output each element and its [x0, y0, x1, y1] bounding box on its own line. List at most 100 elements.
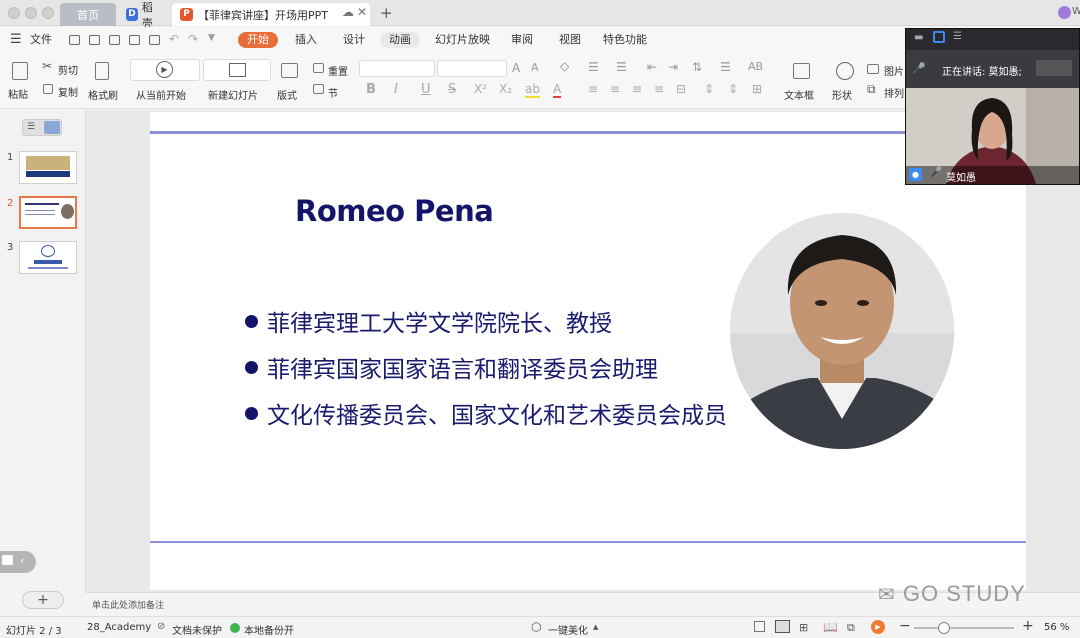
theme-name[interactable]: 28_Academy: [87, 622, 151, 633]
format-painter-icon[interactable]: [95, 62, 109, 80]
beautify-button[interactable]: 一键美化: [548, 622, 588, 637]
play-button-box[interactable]: ▶: [130, 59, 200, 81]
reading-view-icon[interactable]: 📖: [823, 620, 838, 634]
distribute-icon[interactable]: ⊟: [676, 82, 686, 96]
decrease-font-icon[interactable]: A: [531, 61, 539, 74]
backup-status[interactable]: 本地备份开: [244, 622, 294, 637]
hamburger-menu-icon[interactable]: ☰: [10, 32, 22, 48]
cut-icon[interactable]: ✂: [42, 59, 52, 73]
add-slide-button[interactable]: +: [22, 591, 64, 609]
font-family-select[interactable]: [359, 60, 435, 77]
copy-icon[interactable]: [43, 84, 53, 94]
increase-font-icon[interactable]: A: [512, 61, 520, 75]
window-close-button[interactable]: [8, 7, 20, 19]
panel-view-toggle[interactable]: ☰: [22, 119, 62, 136]
window-mode-icon[interactable]: [933, 31, 945, 43]
minimize-icon[interactable]: ▬: [914, 32, 923, 43]
menu-file[interactable]: 文件: [30, 32, 52, 48]
save-icon[interactable]: [89, 35, 100, 45]
format-painter-button[interactable]: 格式刷: [88, 87, 118, 102]
align-left-icon[interactable]: ≡: [588, 82, 598, 96]
picture-button[interactable]: 图片: [884, 63, 904, 78]
slide-bullet-2[interactable]: 菲律宾国家国家语言和翻译委员会助理: [245, 350, 658, 384]
zoom-level[interactable]: 56 %: [1044, 622, 1069, 633]
justify-icon[interactable]: ≡: [654, 82, 664, 96]
zoom-slider-handle[interactable]: [938, 622, 950, 634]
window-minimize-button[interactable]: [25, 7, 37, 19]
bold-icon[interactable]: B: [366, 82, 376, 97]
smart-art-icon[interactable]: ⊞: [752, 82, 762, 96]
notes-view-icon[interactable]: [754, 621, 765, 632]
outline-view-icon[interactable]: ☰: [27, 122, 35, 132]
user-avatar[interactable]: [1058, 6, 1071, 19]
text-direction-icon[interactable]: ⇅: [692, 60, 702, 74]
menu-review[interactable]: 审阅: [511, 32, 533, 48]
quick-access-dropdown-icon[interactable]: ▼: [208, 33, 215, 43]
presenter-view-icon[interactable]: ⧉: [847, 621, 855, 635]
redo-icon[interactable]: ↷: [188, 32, 198, 46]
speaker-portrait[interactable]: [730, 213, 954, 449]
increase-indent-icon[interactable]: ⇥: [668, 60, 678, 74]
zoom-out-icon[interactable]: −: [899, 618, 911, 634]
align-center-icon[interactable]: ≡: [610, 82, 620, 96]
paste-button[interactable]: 粘贴: [8, 86, 28, 101]
section-button[interactable]: 节: [328, 85, 338, 100]
zoom-in-icon[interactable]: +: [1022, 618, 1034, 634]
font-size-select[interactable]: [437, 60, 507, 77]
cloud-icon[interactable]: ☁: [342, 5, 354, 19]
undo-icon[interactable]: ↶: [169, 32, 179, 46]
zoom-slider[interactable]: [914, 622, 1014, 634]
section-icon[interactable]: [313, 84, 324, 94]
slide-bullet-1[interactable]: 菲律宾理工大学文学院院长、教授: [245, 304, 612, 338]
textbox-button[interactable]: 文本框: [784, 87, 814, 102]
menu-view[interactable]: 视图: [559, 32, 581, 48]
reset-button[interactable]: 重置: [328, 63, 348, 78]
clear-format-icon[interactable]: ◇: [560, 59, 569, 73]
font-color-icon[interactable]: A: [553, 82, 562, 98]
thumbnail-view-icon[interactable]: [44, 121, 60, 134]
print-preview-icon[interactable]: [149, 35, 160, 45]
participant-video[interactable]: ● 🎤 莫如愚: [906, 88, 1079, 184]
textbox-icon[interactable]: [793, 63, 810, 79]
layout-icon[interactable]: ☰: [953, 31, 962, 42]
chevron-up-icon[interactable]: ▲: [593, 623, 598, 631]
columns-icon[interactable]: ⇕: [728, 82, 738, 96]
arrange-button[interactable]: 排列: [884, 85, 904, 100]
copy-button[interactable]: 复制: [58, 84, 78, 99]
shape-icon[interactable]: [836, 62, 854, 80]
shape-button[interactable]: 形状: [832, 87, 852, 102]
underline-icon[interactable]: U: [421, 82, 431, 97]
text-tools-icon[interactable]: AB: [748, 60, 763, 73]
picture-icon[interactable]: [867, 64, 879, 74]
superscript-icon[interactable]: X²: [474, 82, 487, 96]
subscript-icon[interactable]: X₂: [499, 82, 512, 96]
slide-bullet-3[interactable]: 文化传播委员会、国家文化和艺术委员会成员: [245, 396, 727, 430]
menu-special-features[interactable]: 特色功能: [603, 32, 647, 48]
window-zoom-button[interactable]: [42, 7, 54, 19]
comment-toggle[interactable]: ‹: [0, 551, 36, 573]
new-slide-button[interactable]: 新建幻灯片: [208, 87, 258, 102]
line-spacing-icon[interactable]: ☰: [720, 60, 731, 74]
menu-design[interactable]: 设计: [343, 32, 365, 48]
play-from-current-button[interactable]: 从当前开始: [136, 87, 186, 102]
bullet-list-icon[interactable]: ☰: [588, 60, 599, 74]
paste-icon[interactable]: [12, 62, 28, 80]
tab-document[interactable]: P 【菲律宾讲座】开场用PPT: [172, 3, 370, 26]
reset-icon[interactable]: [313, 63, 324, 73]
italic-icon[interactable]: I: [394, 82, 398, 97]
strikethrough-icon[interactable]: S: [448, 82, 456, 97]
normal-view-icon[interactable]: [775, 620, 790, 633]
slide-title[interactable]: Romeo Pena: [295, 194, 494, 228]
arrange-icon[interactable]: ⧉: [867, 82, 876, 97]
highlight-icon[interactable]: ab: [525, 82, 540, 98]
slide[interactable]: Romeo Pena 菲律宾理工大学文学院院长、教授 菲律宾国家国家语言和翻译委…: [150, 112, 1026, 590]
menu-home[interactable]: 开始: [238, 32, 278, 48]
slide-thumbnail-2[interactable]: [19, 196, 77, 229]
open-folder-icon[interactable]: [69, 35, 80, 45]
cut-button[interactable]: 剪切: [58, 62, 78, 77]
protection-status[interactable]: 文档未保护: [172, 622, 222, 637]
slide-sorter-icon[interactable]: ⊞: [799, 621, 808, 634]
slide-thumbnail-3[interactable]: [19, 241, 77, 274]
layout-icon[interactable]: [281, 63, 298, 78]
numbered-list-icon[interactable]: ☰: [616, 60, 627, 74]
